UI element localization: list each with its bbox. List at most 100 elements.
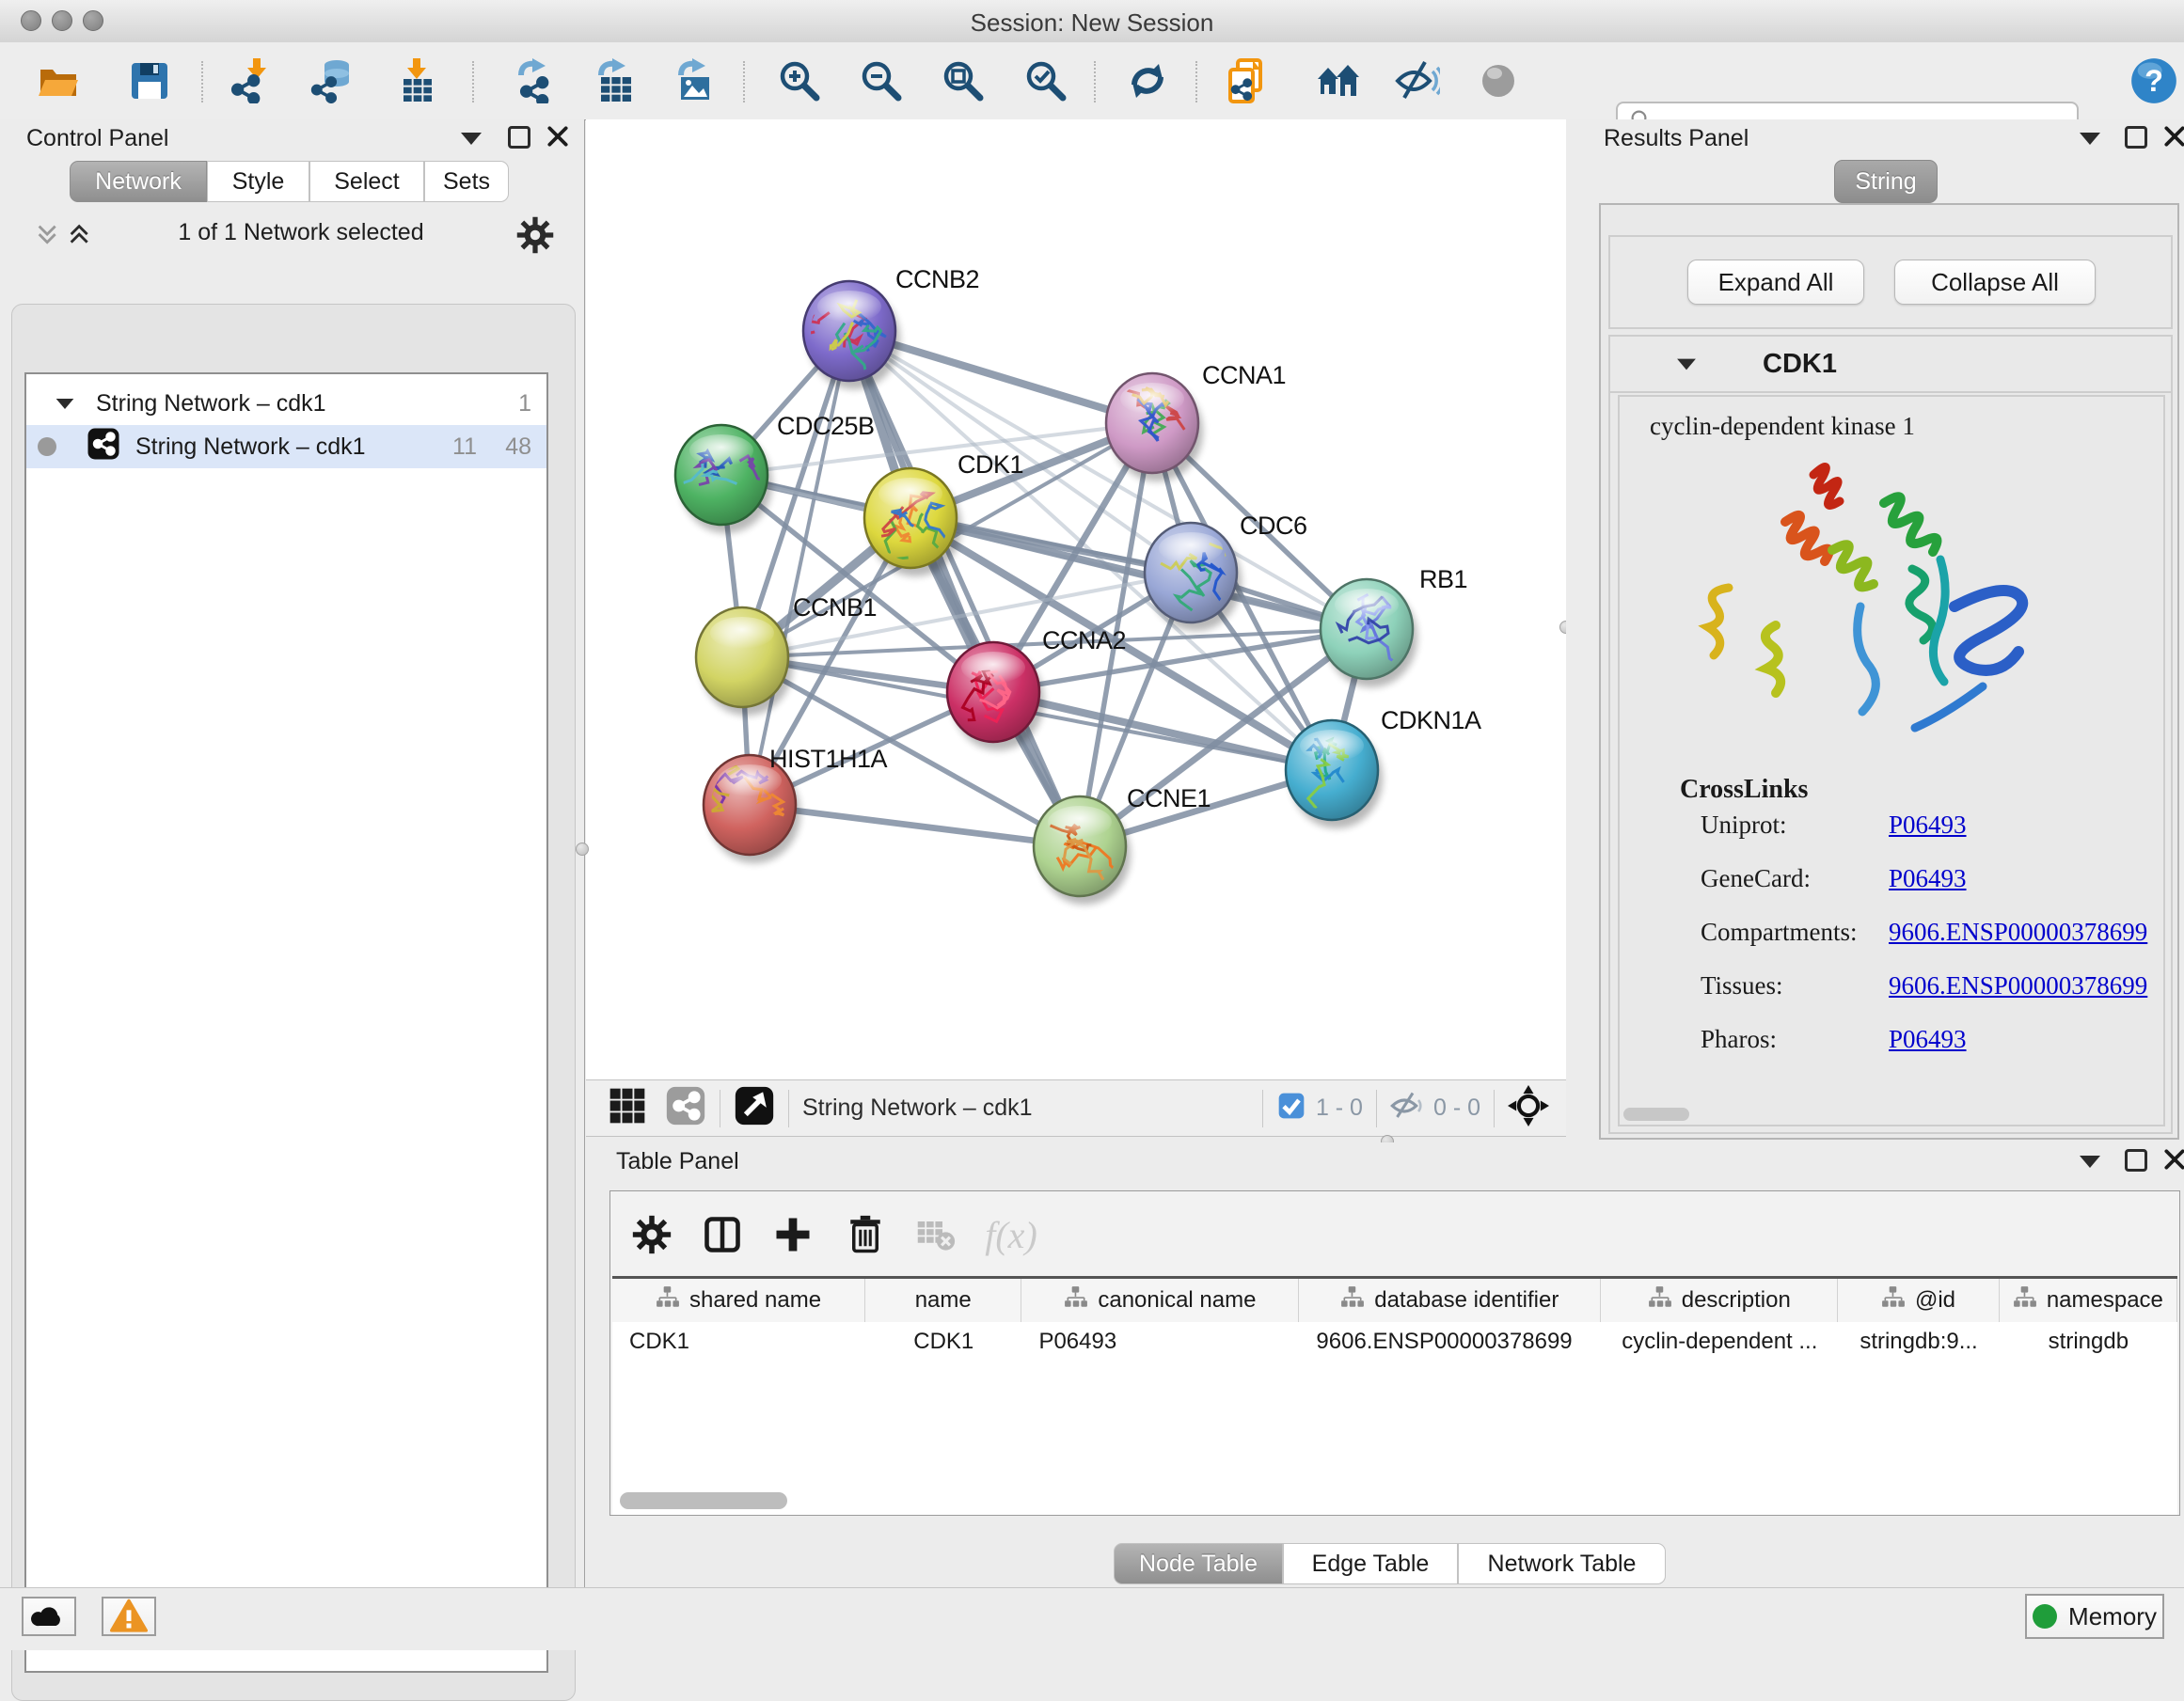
crosslink-label: Tissues: (1701, 971, 1889, 1000)
import-database-icon[interactable] (307, 55, 359, 107)
table-cell: 9606.ENSP00000378699 (1299, 1322, 1601, 1362)
table-cell: CDK1 (612, 1322, 865, 1362)
delete-column-icon[interactable] (841, 1210, 890, 1259)
first-neighbors-icon[interactable] (1312, 55, 1365, 107)
save-session-icon[interactable] (123, 55, 176, 107)
crosslink-value-link[interactable]: 9606.ENSP00000378699 (1889, 918, 2147, 947)
column-header-name[interactable]: name (865, 1279, 1021, 1322)
crosslink-label: Uniprot: (1701, 811, 1889, 840)
import-table-icon[interactable] (392, 55, 445, 107)
table-settings-icon[interactable] (627, 1210, 676, 1259)
crosslink-label: GeneCard: (1701, 864, 1889, 893)
network-edge-count: 48 (505, 433, 531, 461)
zoom-selected-icon[interactable] (1020, 55, 1072, 107)
string-network-icon (87, 427, 120, 467)
collection-collapse-icon[interactable] (56, 398, 74, 408)
control-panel-close-icon[interactable] (546, 124, 570, 153)
network-canvas[interactable]: CCNB2 CCNA1 CDC25B CDK1 CDC6 (586, 119, 1566, 1079)
tab-style[interactable]: Style (207, 161, 309, 202)
memory-button[interactable]: Memory (2025, 1594, 2164, 1639)
network-share-icon[interactable] (665, 1085, 706, 1131)
network-options-gear-icon[interactable] (515, 215, 555, 260)
tab-edge-table[interactable]: Edge Table (1283, 1543, 1458, 1584)
tree-icon (656, 1285, 680, 1316)
export-network-icon[interactable] (510, 55, 562, 107)
cloud-button[interactable] (22, 1597, 76, 1636)
crosslink-row: Tissues: 9606.ENSP00000378699 (1701, 971, 2163, 1000)
column-header-namespace[interactable]: namespace (2000, 1279, 2177, 1322)
table-hscrollbar[interactable] (620, 1492, 787, 1509)
table-panel-close-icon[interactable] (2162, 1147, 2184, 1176)
split-columns-icon[interactable] (698, 1210, 747, 1259)
tab-network[interactable]: Network (70, 161, 207, 202)
column-header-shared-name[interactable]: shared name (612, 1279, 865, 1322)
left-splitter-handle[interactable] (576, 843, 589, 856)
collapse-all-networks-icon[interactable] (34, 221, 66, 258)
table-panel-float-icon[interactable] (2080, 1156, 2100, 1168)
export-table-icon[interactable] (590, 55, 642, 107)
zoom-in-icon[interactable] (773, 55, 826, 107)
network-collection-row[interactable]: String Network – cdk1 1 (26, 382, 546, 425)
refresh-icon[interactable] (1121, 55, 1174, 107)
selected-checkbox-icon[interactable] (1276, 1091, 1306, 1126)
gene-header-row[interactable]: CDK1 (1610, 337, 2171, 393)
tab-select[interactable]: Select (309, 161, 424, 202)
network-node-count: 11 (452, 433, 477, 461)
fit-content-crosshair-icon[interactable] (1508, 1085, 1549, 1131)
warnings-button[interactable] (102, 1597, 156, 1636)
toolbar-separator (743, 61, 745, 102)
table-panel-undock-icon[interactable] (2125, 1149, 2147, 1172)
network-selection-status: 1 of 1 Network selected (113, 219, 489, 246)
gene-section: CDK1 cyclin-dependent kinase 1 CrossLink… (1608, 335, 2173, 1134)
help-button[interactable]: ? (2128, 55, 2180, 107)
collapse-all-button[interactable]: Collapse All (1894, 260, 2096, 305)
gene-detail-box: cyclin-dependent kinase 1 CrossLinks Uni… (1618, 395, 2165, 1126)
grid-view-icon[interactable] (607, 1085, 648, 1131)
tab-sets[interactable]: Sets (424, 161, 509, 202)
column-header-@id[interactable]: @id (1838, 1279, 1999, 1322)
tab-network-table[interactable]: Network Table (1458, 1543, 1666, 1584)
crosslink-value-link[interactable]: P06493 (1889, 864, 1967, 893)
add-column-icon[interactable] (768, 1210, 817, 1259)
crosslink-row: Compartments: 9606.ENSP00000378699 (1701, 918, 2163, 947)
crosslink-value-link[interactable]: 9606.ENSP00000378699 (1889, 971, 2147, 1000)
delete-table-icon (911, 1210, 960, 1259)
column-header-database-identifier[interactable]: database identifier (1299, 1279, 1601, 1322)
collection-label: String Network – cdk1 (96, 390, 326, 417)
gene-collapse-icon[interactable] (1677, 358, 1696, 370)
birdseye-view-icon[interactable] (734, 1085, 775, 1131)
results-panel-close-icon[interactable] (2162, 124, 2184, 153)
network-row[interactable]: String Network – cdk1 11 48 (26, 425, 546, 468)
network-row-label: String Network – cdk1 (135, 433, 366, 461)
expand-all-networks-icon[interactable] (66, 221, 98, 258)
tab-string[interactable]: String (1834, 160, 1938, 203)
show-all-icon[interactable] (1472, 55, 1525, 107)
results-hscrollbar[interactable] (1623, 1108, 1689, 1121)
hide-selected-icon[interactable] (1391, 55, 1444, 107)
crosslink-row: GeneCard: P06493 (1701, 864, 2163, 893)
control-panel-float-icon[interactable] (461, 133, 482, 145)
export-image-icon[interactable] (670, 55, 722, 107)
expand-collapse-bar: Expand All Collapse All (1608, 235, 2173, 329)
table-row[interactable]: CDK1CDK1P064939606.ENSP00000378699cyclin… (612, 1322, 2177, 1362)
clone-network-icon[interactable] (1221, 55, 1274, 107)
table-bottom-tabs: Node TableEdge TableNetwork Table (1114, 1543, 1666, 1584)
tab-node-table[interactable]: Node Table (1114, 1543, 1283, 1584)
node-label-CDK1: CDK1 (957, 450, 1023, 479)
column-header-canonical-name[interactable]: canonical name (1021, 1279, 1299, 1322)
hidden-eye-icon[interactable] (1390, 1089, 1424, 1127)
open-session-icon[interactable] (32, 55, 85, 107)
node-label-CCNB1: CCNB1 (793, 593, 877, 622)
zoom-out-icon[interactable] (855, 55, 908, 107)
toolbar-separator (201, 61, 203, 102)
crosslink-value-link[interactable]: P06493 (1889, 811, 1967, 840)
crosslink-value-link[interactable]: P06493 (1889, 1025, 1967, 1054)
column-header-description[interactable]: description (1601, 1279, 1838, 1322)
tree-icon (1648, 1285, 1672, 1316)
results-panel-undock-icon[interactable] (2125, 126, 2147, 149)
expand-all-button[interactable]: Expand All (1687, 260, 1864, 305)
results-panel-float-icon[interactable] (2080, 133, 2100, 145)
import-network-icon[interactable] (225, 55, 277, 107)
zoom-fit-icon[interactable] (937, 55, 989, 107)
control-panel-undock-icon[interactable] (508, 126, 530, 149)
